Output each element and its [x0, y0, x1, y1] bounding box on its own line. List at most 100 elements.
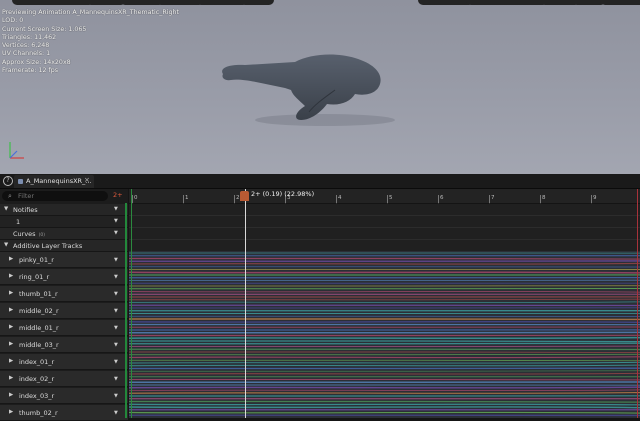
dropdown-arrow-icon[interactable]: ▼ — [114, 342, 118, 348]
dropdown-arrow-icon[interactable]: ▼ — [114, 308, 118, 314]
track-label: index_02_r — [19, 375, 54, 383]
viewport-stats: Previewing Animation A_MannequinsXR_Them… — [2, 9, 179, 75]
curve-line — [129, 387, 640, 388]
help-icon[interactable]: ? — [3, 176, 13, 186]
stats-line: UV Channels: 1 — [2, 50, 179, 58]
end-marker — [637, 189, 638, 418]
track-row[interactable]: ▶ middle_03_r ▼ — [0, 337, 128, 353]
curve-line — [129, 322, 640, 323]
filter-input[interactable] — [18, 191, 106, 201]
track-row[interactable]: ▶ index_01_r ▼ — [0, 354, 128, 370]
playhead-handle[interactable] — [240, 191, 249, 201]
hand-mesh — [215, 50, 395, 130]
curve-line — [129, 338, 640, 339]
curves-header[interactable]: Curves(0) ▼ — [0, 228, 128, 240]
curves-label: Curves(0) — [13, 230, 45, 238]
curve-line — [129, 343, 640, 344]
ruler-tick — [489, 195, 490, 203]
dropdown-arrow-icon[interactable]: ▼ — [114, 257, 118, 263]
ruler-tick-label: 8 — [542, 195, 546, 201]
ruler-tick-label: 2 — [236, 195, 240, 201]
curve-tracks-area[interactable] — [129, 251, 640, 418]
expand-arrow-icon[interactable]: ▶ — [9, 341, 13, 347]
timeline-area[interactable]: 0123456789 2+ (0.19) (22.98%) — [129, 189, 640, 418]
notify-track-label: 1 — [16, 218, 20, 226]
ruler-tick — [234, 195, 235, 203]
stats-line: Triangles: 11,462 — [2, 34, 179, 42]
curve-line — [129, 393, 640, 394]
stats-line: Approx Size: 14x20x8 — [2, 59, 179, 67]
preview-viewport[interactable]: Previewing Animation A_MannequinsXR_Them… — [0, 0, 640, 174]
track-row[interactable]: ▶ pinky_01_r ▼ — [0, 252, 128, 268]
dropdown-arrow-icon[interactable]: ▼ — [114, 359, 118, 365]
current-frame-counter[interactable]: 2+ — [113, 191, 123, 199]
curves-count: (0) — [39, 233, 45, 238]
toolbar-maximize[interactable] — [600, 0, 640, 5]
track-area-edge — [125, 203, 127, 418]
expand-arrow-icon[interactable]: ▶ — [9, 256, 13, 262]
ruler-tick — [387, 195, 388, 203]
filter-box[interactable]: ⌕ — [2, 191, 108, 201]
dropdown-arrow-icon[interactable]: ▼ — [114, 376, 118, 382]
expand-arrow-icon[interactable]: ▶ — [9, 375, 13, 381]
expand-arrow-icon[interactable]: ▶ — [9, 358, 13, 364]
track-row[interactable]: ▶ ring_01_r ▼ — [0, 269, 128, 285]
dropdown-arrow-icon[interactable]: ▼ — [114, 206, 118, 212]
track-label: ring_01_r — [19, 273, 49, 281]
notify-track-area[interactable] — [129, 204, 640, 251]
curve-line — [129, 357, 640, 358]
close-icon[interactable]: × — [84, 176, 90, 184]
curve-line — [129, 407, 640, 408]
notify-track-row[interactable]: 1 ▼ — [0, 216, 128, 228]
dropdown-arrow-icon[interactable]: ▼ — [114, 274, 118, 280]
curve-line — [129, 341, 640, 342]
curve-line — [129, 258, 640, 259]
expand-arrow-icon[interactable]: ▶ — [9, 307, 13, 313]
notifies-header[interactable]: ▼ Notifies ▼ — [0, 204, 128, 216]
track-row[interactable]: ▶ middle_01_r ▼ — [0, 320, 128, 336]
dropdown-arrow-icon[interactable]: ▼ — [114, 410, 118, 416]
toolbar-button-speed[interactable] — [240, 0, 274, 5]
ruler-tick — [183, 195, 184, 203]
expand-arrow-icon[interactable]: ▶ — [9, 324, 13, 330]
curve-line — [129, 412, 640, 413]
notifies-label: Notifies — [13, 206, 38, 214]
ruler-tick — [438, 195, 439, 203]
track-label: thumb_01_r — [19, 290, 58, 298]
dropdown-arrow-icon[interactable]: ▼ — [114, 393, 118, 399]
tab-animation-sequence[interactable]: A_MannequinsXR_... × — [14, 175, 94, 188]
dropdown-arrow-icon[interactable]: ▼ — [114, 291, 118, 297]
track-row[interactable]: ▶ middle_02_r ▼ — [0, 303, 128, 319]
toolbar-snap-tools[interactable] — [466, 0, 548, 5]
dropdown-arrow-icon[interactable]: ▼ — [114, 230, 118, 236]
playhead-line[interactable] — [245, 189, 246, 418]
ruler-tick — [540, 195, 541, 203]
ruler-tick-label: 5 — [389, 195, 393, 201]
expand-arrow-icon[interactable]: ▶ — [9, 273, 13, 279]
expand-arrow-icon[interactable]: ▶ — [9, 409, 13, 415]
additive-layer-tracks-header[interactable]: ▼ Additive Layer Tracks — [0, 240, 128, 252]
track-row[interactable]: ▶ thumb_01_r ▼ — [0, 286, 128, 302]
track-row[interactable]: ▶ index_02_r ▼ — [0, 371, 128, 387]
curve-line — [129, 263, 640, 264]
track-row[interactable]: ▶ thumb_02_r ▼ — [0, 405, 128, 421]
row-divider — [129, 215, 640, 216]
track-row[interactable]: ▶ index_03_r ▼ — [0, 388, 128, 404]
track-label: middle_02_r — [19, 307, 59, 315]
time-ruler[interactable]: 0123456789 — [129, 189, 640, 204]
expand-arrow-icon[interactable]: ▶ — [9, 392, 13, 398]
search-icon: ⌕ — [8, 192, 12, 201]
stats-line: Framerate: 12 fps — [2, 67, 179, 75]
collapse-arrow-icon[interactable]: ▼ — [4, 242, 8, 248]
track-label: index_03_r — [19, 392, 54, 400]
expand-arrow-icon[interactable]: ▶ — [9, 290, 13, 296]
dropdown-arrow-icon[interactable]: ▼ — [114, 218, 118, 224]
curve-line — [129, 401, 640, 402]
dropdown-arrow-icon[interactable]: ▼ — [114, 325, 118, 331]
ruler-tick — [591, 195, 592, 203]
curve-line — [129, 365, 640, 366]
curve-line — [129, 373, 640, 374]
row-divider — [129, 239, 640, 240]
toolbar-button-perspective[interactable] — [12, 0, 94, 5]
collapse-arrow-icon[interactable]: ▼ — [4, 206, 8, 212]
